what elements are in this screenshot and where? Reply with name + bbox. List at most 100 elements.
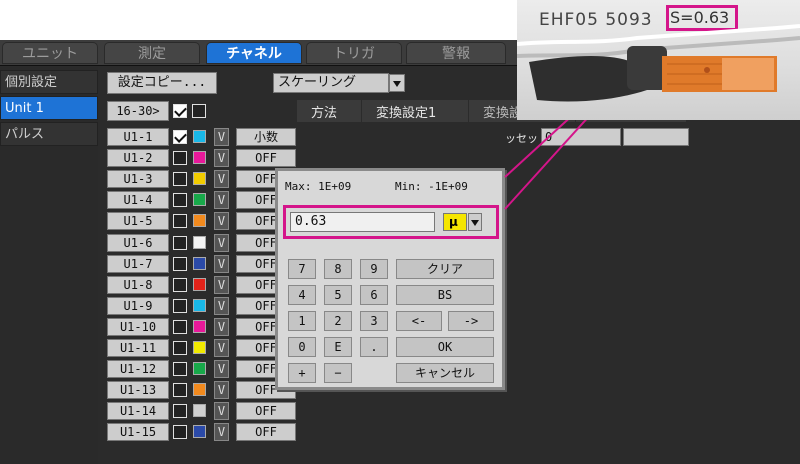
channel-name-button[interactable]: U1-9 <box>107 297 169 315</box>
ok-button[interactable]: OK <box>396 337 494 357</box>
cursor-right-button[interactable]: -> <box>448 311 494 331</box>
channel-range-button[interactable]: V <box>214 402 229 420</box>
channel-name-button[interactable]: U1-5 <box>107 212 169 230</box>
key-minus[interactable]: − <box>324 363 352 383</box>
key-3[interactable]: 3 <box>360 311 388 331</box>
channel-name-button[interactable]: U1-14 <box>107 402 169 420</box>
tab-unit[interactable]: ユニット <box>2 42 98 64</box>
channel-range-button[interactable]: V <box>214 170 229 188</box>
channel-enable-checkbox[interactable] <box>173 425 187 439</box>
channel-enable-checkbox[interactable] <box>173 341 187 355</box>
cancel-button[interactable]: キャンセル <box>396 363 494 383</box>
channel-color-swatch[interactable] <box>193 341 206 354</box>
key-7[interactable]: 7 <box>288 259 316 279</box>
backspace-button[interactable]: BS <box>396 285 494 305</box>
channel-color-swatch[interactable] <box>193 404 206 417</box>
prefix-chevron-down-icon[interactable] <box>468 213 482 231</box>
key-4[interactable]: 4 <box>288 285 316 305</box>
value-input[interactable]: 0.63 <box>290 212 435 232</box>
cursor-left-button[interactable]: <- <box>396 311 442 331</box>
channel-range-button[interactable]: V <box>214 234 229 252</box>
channel-color-swatch[interactable] <box>193 383 206 396</box>
channel-range-button[interactable]: V <box>214 149 229 167</box>
select-all-checkbox[interactable] <box>173 104 187 118</box>
channel-name-button[interactable]: U1-15 <box>107 423 169 441</box>
chevron-down-icon[interactable] <box>389 74 405 92</box>
channel-range-button[interactable]: V <box>214 255 229 273</box>
scaling-select[interactable]: スケーリング <box>273 73 389 93</box>
tab-trigger[interactable]: トリガ <box>306 42 402 64</box>
channel-color-swatch[interactable] <box>193 362 206 375</box>
channel-name-button[interactable]: U1-2 <box>107 149 169 167</box>
channel-range-button[interactable]: V <box>214 128 229 146</box>
channel-range-button[interactable]: V <box>214 318 229 336</box>
channel-range-button[interactable]: V <box>214 276 229 294</box>
channel-range-button[interactable]: V <box>214 212 229 230</box>
key-1[interactable]: 1 <box>288 311 316 331</box>
channel-color-swatch[interactable] <box>193 172 206 185</box>
key-2[interactable]: 2 <box>324 311 352 331</box>
channel-enable-checkbox[interactable] <box>173 193 187 207</box>
channel-range-button[interactable]: V <box>214 423 229 441</box>
channel-enable-checkbox[interactable] <box>173 130 187 144</box>
clear-button[interactable]: クリア <box>396 259 494 279</box>
channel-color-swatch[interactable] <box>193 299 206 312</box>
sidebar-item-individual[interactable]: 個別設定 <box>0 70 98 94</box>
range-button[interactable]: 16-30> <box>107 101 169 121</box>
sidebar-item-unit1[interactable]: Unit 1 <box>0 96 98 120</box>
key-9[interactable]: 9 <box>360 259 388 279</box>
channel-enable-checkbox[interactable] <box>173 257 187 271</box>
channel-name-button[interactable]: U1-3 <box>107 170 169 188</box>
channel-color-swatch[interactable] <box>193 214 206 227</box>
channel-enable-checkbox[interactable] <box>173 362 187 376</box>
channel-range-button[interactable]: V <box>214 360 229 378</box>
channel-color-swatch[interactable] <box>193 320 206 333</box>
channel-range-button[interactable]: V <box>214 339 229 357</box>
channel-enable-checkbox[interactable] <box>173 278 187 292</box>
tab-alarm[interactable]: 警報 <box>406 42 506 64</box>
channel-name-button[interactable]: U1-12 <box>107 360 169 378</box>
header-checkbox[interactable] <box>192 104 206 118</box>
channel-enable-checkbox[interactable] <box>173 299 187 313</box>
prefix-select[interactable]: μ <box>443 213 467 231</box>
key-exponent[interactable]: E <box>324 337 352 357</box>
channel-color-swatch[interactable] <box>193 193 206 206</box>
key-plus[interactable]: + <box>288 363 316 383</box>
channel-name-button[interactable]: U1-4 <box>107 191 169 209</box>
channel-color-swatch[interactable] <box>193 130 206 143</box>
channel-name-button[interactable]: U1-7 <box>107 255 169 273</box>
key-0[interactable]: 0 <box>288 337 316 357</box>
channel-color-swatch[interactable] <box>193 236 206 249</box>
key-dot[interactable]: . <box>360 337 388 357</box>
channel-color-swatch[interactable] <box>193 151 206 164</box>
tab-channel[interactable]: チャネル <box>206 42 302 64</box>
key-5[interactable]: 5 <box>324 285 352 305</box>
channel-scaling-button[interactable]: OFF <box>236 149 296 167</box>
copy-settings-button[interactable]: 設定コピー... <box>107 72 217 94</box>
channel-name-button[interactable]: U1-11 <box>107 339 169 357</box>
channel-enable-checkbox[interactable] <box>173 383 187 397</box>
key-8[interactable]: 8 <box>324 259 352 279</box>
unit-field[interactable] <box>623 128 689 146</box>
channel-enable-checkbox[interactable] <box>173 151 187 165</box>
channel-enable-checkbox[interactable] <box>173 172 187 186</box>
channel-scaling-button[interactable]: OFF <box>236 423 296 441</box>
channel-color-swatch[interactable] <box>193 425 206 438</box>
channel-name-button[interactable]: U1-1 <box>107 128 169 146</box>
channel-enable-checkbox[interactable] <box>173 404 187 418</box>
channel-range-button[interactable]: V <box>214 381 229 399</box>
channel-name-button[interactable]: U1-8 <box>107 276 169 294</box>
channel-enable-checkbox[interactable] <box>173 214 187 228</box>
key-6[interactable]: 6 <box>360 285 388 305</box>
channel-name-button[interactable]: U1-6 <box>107 234 169 252</box>
channel-scaling-button[interactable]: 小数 <box>236 128 296 146</box>
channel-scaling-button[interactable]: OFF <box>236 402 296 420</box>
channel-enable-checkbox[interactable] <box>173 236 187 250</box>
offset-field[interactable]: 0 <box>541 128 621 146</box>
channel-name-button[interactable]: U1-13 <box>107 381 169 399</box>
channel-enable-checkbox[interactable] <box>173 320 187 334</box>
tab-measure[interactable]: 測定 <box>104 42 200 64</box>
sidebar-item-pulse[interactable]: パルス <box>0 122 98 146</box>
channel-name-button[interactable]: U1-10 <box>107 318 169 336</box>
channel-range-button[interactable]: V <box>214 191 229 209</box>
